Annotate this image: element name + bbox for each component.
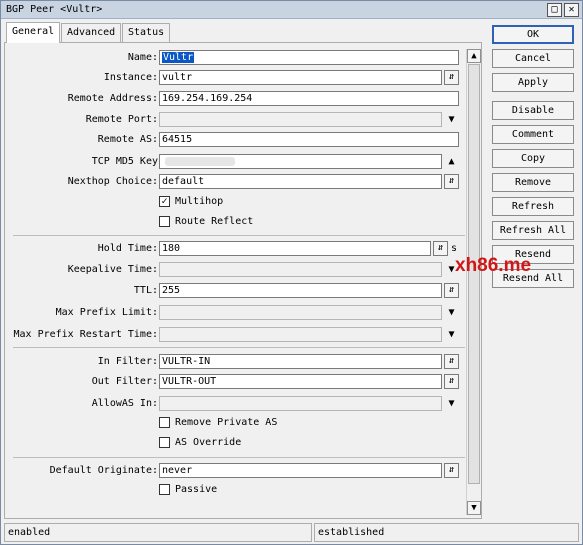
default-originate-label: Default Originate: (49, 465, 158, 476)
cancel-button[interactable]: Cancel (492, 49, 574, 68)
remote-as-label: Remote AS: (97, 134, 158, 145)
instance-select[interactable]: vultr (159, 70, 442, 85)
ttl-row: TTL: 255 ⇵ (5, 283, 465, 299)
redacted-key-blur (165, 157, 235, 166)
general-panel: Name: Vultr Instance: vultr ⇵ Remote Add… (4, 42, 482, 519)
remote-address-row: Remote Address: 169.254.169.254 (5, 91, 465, 107)
title-bar: BGP Peer <Vultr> □ ✕ (1, 1, 582, 19)
name-row: Name: Vultr (5, 50, 465, 66)
ok-button[interactable]: OK (492, 25, 574, 44)
tab-status[interactable]: Status (122, 23, 171, 42)
default-originate-select[interactable]: never (159, 463, 442, 478)
default-originate-row: Default Originate: never ⇵ (5, 463, 465, 479)
instance-label: Instance: (103, 72, 158, 83)
remote-as-field[interactable]: 64515 (159, 132, 459, 147)
as-override-label: AS Override (175, 437, 242, 448)
tab-general[interactable]: General (6, 22, 61, 43)
multihop-label: Multihop (175, 196, 224, 207)
bgp-peer-window: BGP Peer <Vultr> □ ✕ General Advanced St… (0, 0, 583, 545)
multihop-checkbox[interactable]: ✓ (159, 196, 170, 207)
window-title: BGP Peer <Vultr> (6, 4, 103, 15)
passive-checkbox[interactable] (159, 484, 170, 495)
max-prefix-restart-time-label: Max Prefix Restart Time: (13, 329, 159, 340)
passive-label: Passive (175, 484, 218, 495)
scroll-up-arrow-icon[interactable]: ▲ (467, 49, 481, 63)
separator (13, 347, 465, 348)
remote-port-field[interactable] (159, 112, 442, 127)
in-filter-dropdown-button[interactable]: ⇵ (444, 354, 459, 369)
ttl-label: TTL: (133, 285, 158, 296)
apply-button[interactable]: Apply (492, 73, 574, 92)
watermark-text: xh86.me (455, 255, 532, 276)
ttl-dropdown-button[interactable]: ⇵ (444, 283, 459, 298)
tcp-md5-key-collapse-icon[interactable]: ▲ (444, 155, 459, 170)
remote-port-label: Remote Port: (85, 114, 158, 125)
allowas-in-row: AllowAS In: ▼ (5, 396, 465, 412)
vertical-scrollbar[interactable]: ▲ ▼ (466, 49, 481, 515)
route-reflect-label: Route Reflect (175, 216, 254, 227)
remote-as-row: Remote AS: 64515 (5, 132, 465, 148)
tab-advanced[interactable]: Advanced (61, 23, 122, 42)
allowas-in-expand-icon[interactable]: ▼ (444, 397, 459, 412)
name-field[interactable]: Vultr (159, 50, 459, 65)
route-reflect-checkbox[interactable] (159, 216, 170, 227)
max-prefix-limit-row: Max Prefix Limit: ▼ (5, 305, 465, 321)
refresh-all-button[interactable]: Refresh All (492, 221, 574, 240)
separator (13, 235, 465, 236)
out-filter-row: Out Filter: VULTR-OUT ⇵ (5, 374, 465, 390)
max-prefix-restart-time-expand-icon[interactable]: ▼ (444, 328, 459, 343)
remote-address-field[interactable]: 169.254.169.254 (159, 91, 459, 106)
nexthop-choice-dropdown-button[interactable]: ⇵ (444, 174, 459, 189)
copy-button[interactable]: Copy (492, 149, 574, 168)
separator (13, 457, 465, 458)
in-filter-row: In Filter: VULTR-IN ⇵ (5, 354, 465, 370)
nexthop-choice-label: Nexthop Choice: (67, 176, 158, 187)
hold-time-dropdown-button[interactable]: ⇵ (433, 241, 448, 256)
out-filter-select[interactable]: VULTR-OUT (159, 374, 442, 389)
max-prefix-restart-time-row: Max Prefix Restart Time: ▼ (5, 327, 465, 343)
name-label: Name: (127, 52, 158, 63)
max-prefix-restart-time-field[interactable] (159, 327, 442, 342)
keepalive-time-label: Keepalive Time: (67, 264, 158, 275)
allowas-in-label: AllowAS In: (91, 398, 158, 409)
max-prefix-limit-expand-icon[interactable]: ▼ (444, 306, 459, 321)
comment-button[interactable]: Comment (492, 125, 574, 144)
instance-row: Instance: vultr ⇵ (5, 70, 465, 86)
remove-private-as-checkbox[interactable] (159, 417, 170, 428)
close-button[interactable]: ✕ (564, 3, 579, 17)
remove-private-as-label: Remove Private AS (175, 417, 278, 428)
in-filter-select[interactable]: VULTR-IN (159, 354, 442, 369)
ttl-select[interactable]: 255 (159, 283, 442, 298)
nexthop-choice-row: Nexthop Choice: default ⇵ (5, 174, 465, 190)
status-bar-right: established (314, 523, 579, 542)
hold-time-row: Hold Time: 180 ⇵ s (5, 241, 465, 257)
disable-button[interactable]: Disable (492, 101, 574, 120)
hold-time-field[interactable]: 180 (159, 241, 431, 256)
tcp-md5-key-row: TCP MD5 Key ▲ (5, 154, 465, 170)
scroll-down-arrow-icon[interactable]: ▼ (467, 501, 481, 515)
remove-button[interactable]: Remove (492, 173, 574, 192)
hold-time-unit: s (451, 243, 458, 254)
restore-button[interactable]: □ (547, 3, 562, 17)
in-filter-label: In Filter: (97, 356, 158, 367)
status-bar-left: enabled (4, 523, 312, 542)
remote-address-label: Remote Address: (67, 93, 158, 104)
instance-dropdown-button[interactable]: ⇵ (444, 70, 459, 85)
hold-time-label: Hold Time: (97, 243, 158, 254)
default-originate-dropdown-button[interactable]: ⇵ (444, 463, 459, 478)
remote-port-expand-icon[interactable]: ▼ (444, 113, 459, 128)
tcp-md5-key-label: TCP MD5 Key (91, 156, 158, 167)
refresh-button[interactable]: Refresh (492, 197, 574, 216)
keepalive-time-field[interactable] (159, 262, 442, 277)
nexthop-choice-select[interactable]: default (159, 174, 442, 189)
remote-port-row: Remote Port: ▼ (5, 112, 465, 128)
allowas-in-field[interactable] (159, 396, 442, 411)
out-filter-dropdown-button[interactable]: ⇵ (444, 374, 459, 389)
name-value: Vultr (162, 52, 195, 63)
as-override-checkbox[interactable] (159, 437, 170, 448)
keepalive-time-row: Keepalive Time: ▼ (5, 262, 465, 278)
max-prefix-limit-label: Max Prefix Limit: (55, 307, 158, 318)
max-prefix-limit-field[interactable] (159, 305, 442, 320)
out-filter-label: Out Filter: (91, 376, 158, 387)
